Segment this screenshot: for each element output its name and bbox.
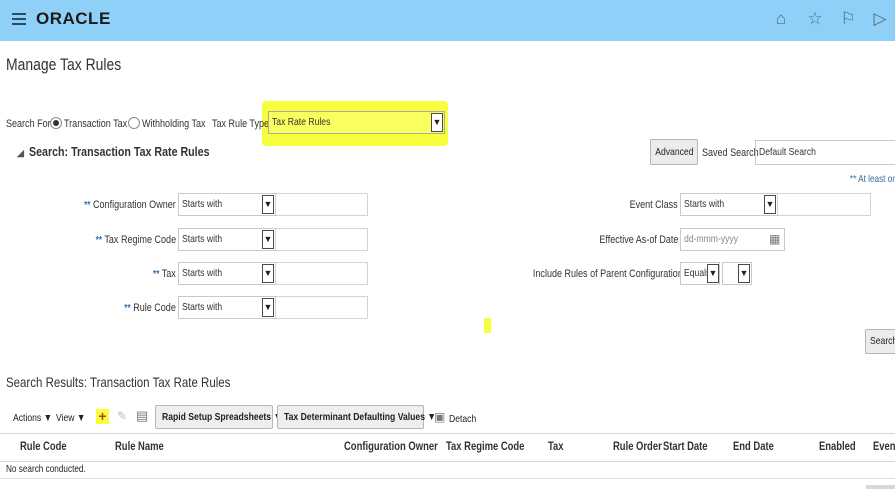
radio-transaction-tax[interactable] [50,117,62,129]
column-header-tax-regime-code[interactable]: Tax Regime Code [446,441,542,453]
home-icon[interactable]: ⌂ [770,7,792,31]
chevron-down-icon[interactable]: ▼ [262,195,274,214]
advanced-button[interactable]: Advanced [650,139,698,165]
top-bar [0,0,895,41]
chevron-down-icon[interactable]: ▼ [764,195,776,214]
saved-search-select[interactable]: Default Search [755,140,895,165]
add-icon[interactable]: + [96,409,109,424]
field-label-tax-regime-code: ** Tax Regime Code [95,234,176,246]
highlight-marker-small [484,318,491,333]
field-label-include-parent: Include Rules of Parent Configuration [532,268,683,280]
tax-determinant-defaulting-button[interactable]: Tax Determinant Defaulting Values ▼ [277,405,436,429]
empty-results-message: No search conducted. [6,464,86,475]
rule-code-input[interactable] [275,296,368,319]
flag-icon[interactable]: ⚐ [837,7,859,31]
search-button[interactable]: Search [865,329,895,354]
chevron-down-icon[interactable]: ▼ [738,264,750,283]
horizontal-scrollbar[interactable] [866,485,895,489]
field-label-effective-as-of-date: Effective As-of Date [598,234,678,246]
column-header-enabled[interactable]: Enabled [819,441,864,453]
table-top-border [0,433,895,434]
column-header-tax[interactable]: Tax [548,441,567,453]
search-panel-title[interactable]: ◢ Search: Transaction Tax Rate Rules [17,144,249,159]
chevron-down-icon[interactable]: ▼ [262,298,274,317]
column-header-configuration-owner[interactable]: Configuration Owner [344,441,458,453]
radio-withholding-tax-label[interactable]: Withholding Tax [142,118,219,130]
column-header-rule-name[interactable]: Rule Name [115,441,174,453]
actions-menu[interactable]: Actions ▼ [13,412,61,424]
signout-icon[interactable]: ▷ [869,7,891,31]
chevron-down-icon[interactable]: ▼ [431,113,443,132]
field-label-configuration-owner: ** Configuration Owner [84,199,176,211]
column-header-end-date[interactable]: End Date [733,441,783,453]
detach-button[interactable]: Detach [449,413,482,425]
field-label-tax: ** Tax [153,268,176,280]
edit-icon[interactable]: ✎ [117,409,127,423]
configuration-owner-input[interactable] [275,193,368,216]
chevron-down-icon[interactable]: ▼ [262,230,274,249]
column-header-event[interactable]: Even [873,441,895,453]
column-header-start-date[interactable]: Start Date [663,441,717,453]
menu-icon[interactable] [12,10,26,28]
field-label-event-class: Event Class [629,199,678,211]
field-label-rule-code: ** Rule Code [124,302,176,314]
detach-icon[interactable]: ▣ [434,410,445,424]
tax-input[interactable] [275,262,368,285]
table-header-border [0,461,895,462]
view-menu[interactable]: View ▼ [56,412,92,424]
table-bottom-border [0,478,895,479]
rapid-setup-spreadsheets-button[interactable]: Rapid Setup Spreadsheets ▼ [155,405,282,429]
tax-regime-code-input[interactable] [275,228,368,251]
chevron-down-icon[interactable]: ▼ [262,264,274,283]
column-header-rule-code[interactable]: Rule Code [20,441,77,453]
required-note: ** At least or [849,174,895,185]
export-icon[interactable]: ▤ [136,408,148,424]
results-title: Search Results: Transaction Tax Rate Rul… [6,374,231,390]
radio-withholding-tax[interactable] [128,117,140,129]
event-class-input[interactable] [777,193,871,216]
oracle-logo[interactable]: ORACLE [36,9,111,29]
calendar-icon[interactable]: ▦ [769,232,780,246]
tax-rule-type-select[interactable]: Tax Rate Rules [268,111,445,134]
star-icon[interactable]: ☆ [804,7,826,31]
chevron-down-icon[interactable]: ▼ [707,264,719,283]
page-title: Manage Tax Rules [6,55,122,74]
